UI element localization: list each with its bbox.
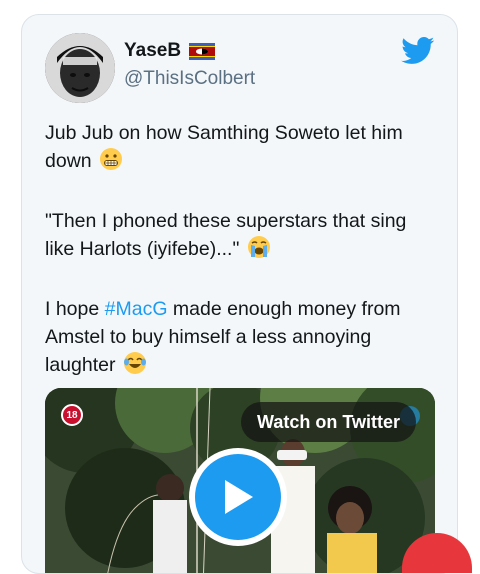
tweet-paragraph: "Then I phoned these superstars that sin… xyxy=(45,207,440,267)
play-icon xyxy=(195,454,281,540)
tweet-paragraph-text: I hope xyxy=(45,298,105,320)
watch-on-twitter-button[interactable]: Watch on Twitter xyxy=(241,402,416,442)
face-with-tears-of-joy-emoji-icon xyxy=(123,351,147,383)
grimacing-face-emoji-icon xyxy=(99,147,123,179)
tweet-paragraph: Jub Jub on how Samthing Soweto let him d… xyxy=(45,119,440,179)
age-rating-badge: 18 xyxy=(61,404,83,426)
hashtag-link[interactable]: #MacG xyxy=(105,298,168,320)
tweet-paragraph: I hope #MacG made enough money from Amst… xyxy=(45,295,440,383)
loudly-crying-face-emoji-icon xyxy=(247,235,271,267)
eswatini-flag-icon xyxy=(189,42,216,60)
avatar[interactable] xyxy=(45,33,115,103)
twitter-bird-icon[interactable] xyxy=(401,37,435,65)
tweet-card[interactable]: YaseB @ThisIsColbert Jub Jub on how Samt… xyxy=(21,14,458,574)
tweet-paragraph-text: "Then I phoned these superstars that sin… xyxy=(45,210,407,260)
tweet-text: Jub Jub on how Samthing Soweto let him d… xyxy=(45,119,440,383)
handle[interactable]: @ThisIsColbert xyxy=(124,68,255,90)
display-name[interactable]: YaseB xyxy=(124,40,181,62)
play-button[interactable] xyxy=(189,448,287,546)
video-thumbnail[interactable]: 18 Watch on Twitter xyxy=(45,388,435,573)
